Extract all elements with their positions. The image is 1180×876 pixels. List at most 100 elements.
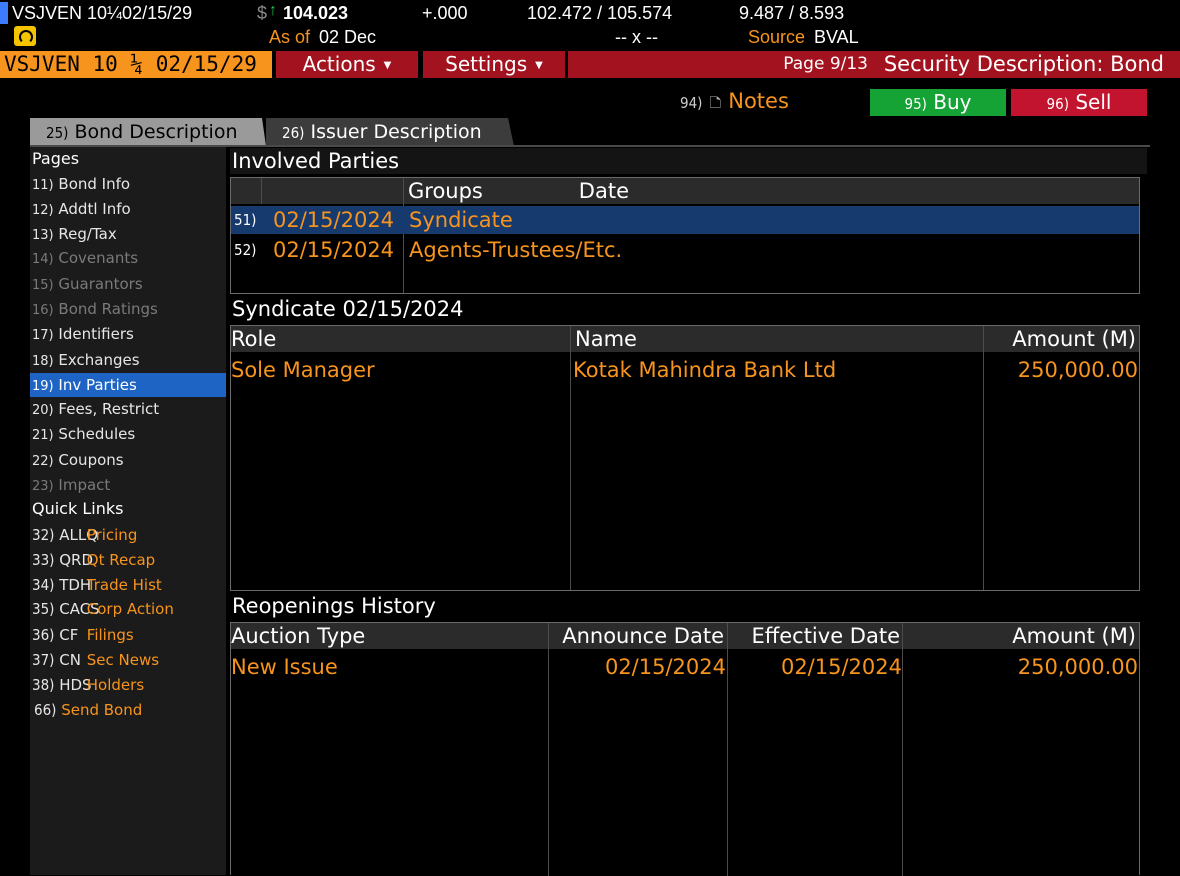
col-auction-type: Auction Type (231, 624, 366, 648)
row-amount: 250,000.00 (1017, 655, 1138, 679)
up-arrow-icon: ↑ (269, 2, 277, 19)
ticker-bar: VSJVEN 10¼02/15/29 $ ↑ 104.023 +.000 102… (0, 0, 1180, 50)
caret-down-icon: ▼ (383, 60, 392, 71)
ql-num: 37) (32, 651, 55, 669)
send-bond-link[interactable]: 66) Send Bond (34, 701, 142, 719)
sell-label: Sell (1075, 90, 1112, 114)
item-label: Covenants (58, 249, 139, 267)
item-label: Exchanges (58, 351, 140, 369)
sell-num: 96) (1046, 95, 1069, 113)
col-divider (261, 178, 262, 204)
ticker-symbol: VSJVEN 10¼02/15/29 (12, 3, 193, 23)
ql-label: Sec News (86, 651, 160, 669)
item-label: Fees, Restrict (58, 400, 160, 418)
quick-link-cf[interactable]: 36) CF Filings (30, 623, 226, 647)
col-amount: Amount (M) (1012, 624, 1136, 648)
sell-button[interactable]: 96) Sell (1011, 89, 1147, 116)
sidebar-item-schedules[interactable]: 21) Schedules (30, 422, 226, 446)
tab-label: Issuer Description (310, 121, 482, 143)
item-num: 16) (32, 303, 54, 318)
quick-link-cn[interactable]: 37) CN Sec News (30, 648, 226, 672)
item-label: Schedules (58, 425, 136, 443)
ql-num: 33) (32, 551, 55, 569)
involved-parties-table: Date Groups 51) 02/15/2024 Syndicate 52)… (230, 177, 1140, 294)
item-label: Reg/Tax (58, 225, 117, 243)
ql-cmd: CN (59, 651, 81, 669)
item-label: Impact (58, 476, 111, 494)
ql-label: Pricing (86, 526, 138, 544)
currency-symbol: $ (257, 3, 268, 23)
sidebar-item-reg-tax[interactable]: 13) Reg/Tax (30, 222, 226, 246)
quick-link-allq[interactable]: 32) ALLQ Pricing (30, 523, 226, 547)
ql-label: Corp Action (86, 600, 174, 618)
note-icon: 🗅 (709, 93, 722, 113)
item-num: 14) (32, 252, 54, 267)
item-num: 13) (32, 228, 54, 243)
quick-link-tdh[interactable]: 34) TDH Trade Hist (30, 573, 226, 597)
ql-num: 32) (32, 526, 55, 544)
security-flag (0, 2, 8, 24)
row-group: Agents-Trustees/Etc. (409, 238, 623, 262)
row-role: Sole Manager (231, 358, 375, 382)
col-groups: Groups (408, 179, 483, 203)
sidebar-item-inv-parties[interactable]: 19) Inv Parties (30, 373, 226, 397)
tab-bond-description[interactable]: 25) Bond Description (30, 118, 266, 146)
row-name: Kotak Mahindra Bank Ltd (573, 358, 837, 382)
sidebar-item-exchanges[interactable]: 18) Exchanges (30, 348, 226, 372)
sidebar-item-bond-info[interactable]: 11) Bond Info (30, 172, 226, 196)
item-num: 12) (32, 203, 54, 218)
item-num: 15) (32, 278, 54, 293)
item-label: Bond Ratings (58, 300, 158, 318)
sidebar-item-identifiers[interactable]: 17) Identifiers (30, 322, 226, 346)
gauge-icon[interactable] (14, 26, 36, 46)
notes-button[interactable]: 94) 🗅 Notes (680, 89, 789, 119)
table-row[interactable]: 52) 02/15/2024 Agents-Trustees/Etc. (231, 236, 1139, 264)
item-num: 22) (32, 454, 54, 469)
item-num: 23) (32, 479, 54, 494)
item-label: Guarantors (58, 275, 143, 293)
actions-menu[interactable]: Actions ▼ (276, 51, 418, 78)
last-price: 104.023 (283, 3, 349, 23)
row-amount: 250,000.00 (1017, 358, 1138, 382)
buy-button[interactable]: 95) Buy (870, 89, 1006, 116)
ql-cmd: CF (59, 626, 79, 644)
table-row[interactable]: New Issue 02/15/2024 02/15/2024 250,000.… (231, 653, 1139, 681)
yields: 9.487 / 8.593 (739, 3, 845, 23)
table-row[interactable]: Sole Manager Kotak Mahindra Bank Ltd 250… (231, 356, 1139, 384)
quick-link-cacs[interactable]: 35) CACS Corp Action (30, 597, 226, 621)
item-num: 20) (32, 403, 54, 418)
source-label: Source (748, 27, 806, 47)
send-num: 66) (34, 701, 57, 719)
ql-num: 38) (32, 676, 55, 694)
sidebar-item-bond-ratings: 16) Bond Ratings (30, 297, 226, 321)
row-num: 52) (234, 241, 257, 259)
item-label: Addtl Info (58, 200, 131, 218)
actions-label: Actions (302, 52, 376, 76)
security-field[interactable]: VSJVEN 10 ¼ 02/15/29 (0, 51, 272, 78)
col-effective-date: Effective Date (751, 624, 901, 648)
ql-label: Filings (86, 626, 134, 644)
reopenings-title: Reopenings History (230, 593, 1140, 619)
row-announce-date: 02/15/2024 (604, 655, 726, 679)
send-label: Send Bond (61, 701, 143, 719)
item-num: 11) (32, 178, 54, 193)
trade-volume: -- x -- (615, 27, 658, 47)
quick-link-hds[interactable]: 38) HDS Holders (30, 673, 226, 697)
syndicate-table: Role Name Amount (M) Sole Manager Kotak … (230, 325, 1140, 591)
settings-label: Settings (445, 52, 528, 76)
tab-issuer-description[interactable]: 26) Issuer Description (266, 118, 514, 146)
pages-heading: Pages (32, 149, 80, 168)
sidebar-item-fees-restrict[interactable]: 20) Fees, Restrict (30, 397, 226, 421)
table-row[interactable]: 51) 02/15/2024 Syndicate (231, 206, 1139, 234)
sidebar-item-coupons[interactable]: 22) Coupons (30, 448, 226, 472)
toolbar: VSJVEN 10 ¼ 02/15/29 Actions ▼ Settings ▼ … (0, 51, 1180, 78)
col-name: Name (575, 327, 637, 351)
settings-menu[interactable]: Settings ▼ (423, 51, 565, 78)
sidebar-item-impact: 23) Impact (30, 473, 226, 497)
syndicate-title: Syndicate 02/15/2024 (230, 296, 1140, 322)
quick-link-qrd[interactable]: 33) QRD Qt Recap (30, 548, 226, 572)
buy-num: 95) (904, 95, 927, 113)
ql-label: Qt Recap (86, 551, 156, 569)
sidebar-item-addtl-info[interactable]: 12) Addtl Info (30, 197, 226, 221)
page-indicator[interactable]: Page 9/13 (783, 51, 868, 78)
